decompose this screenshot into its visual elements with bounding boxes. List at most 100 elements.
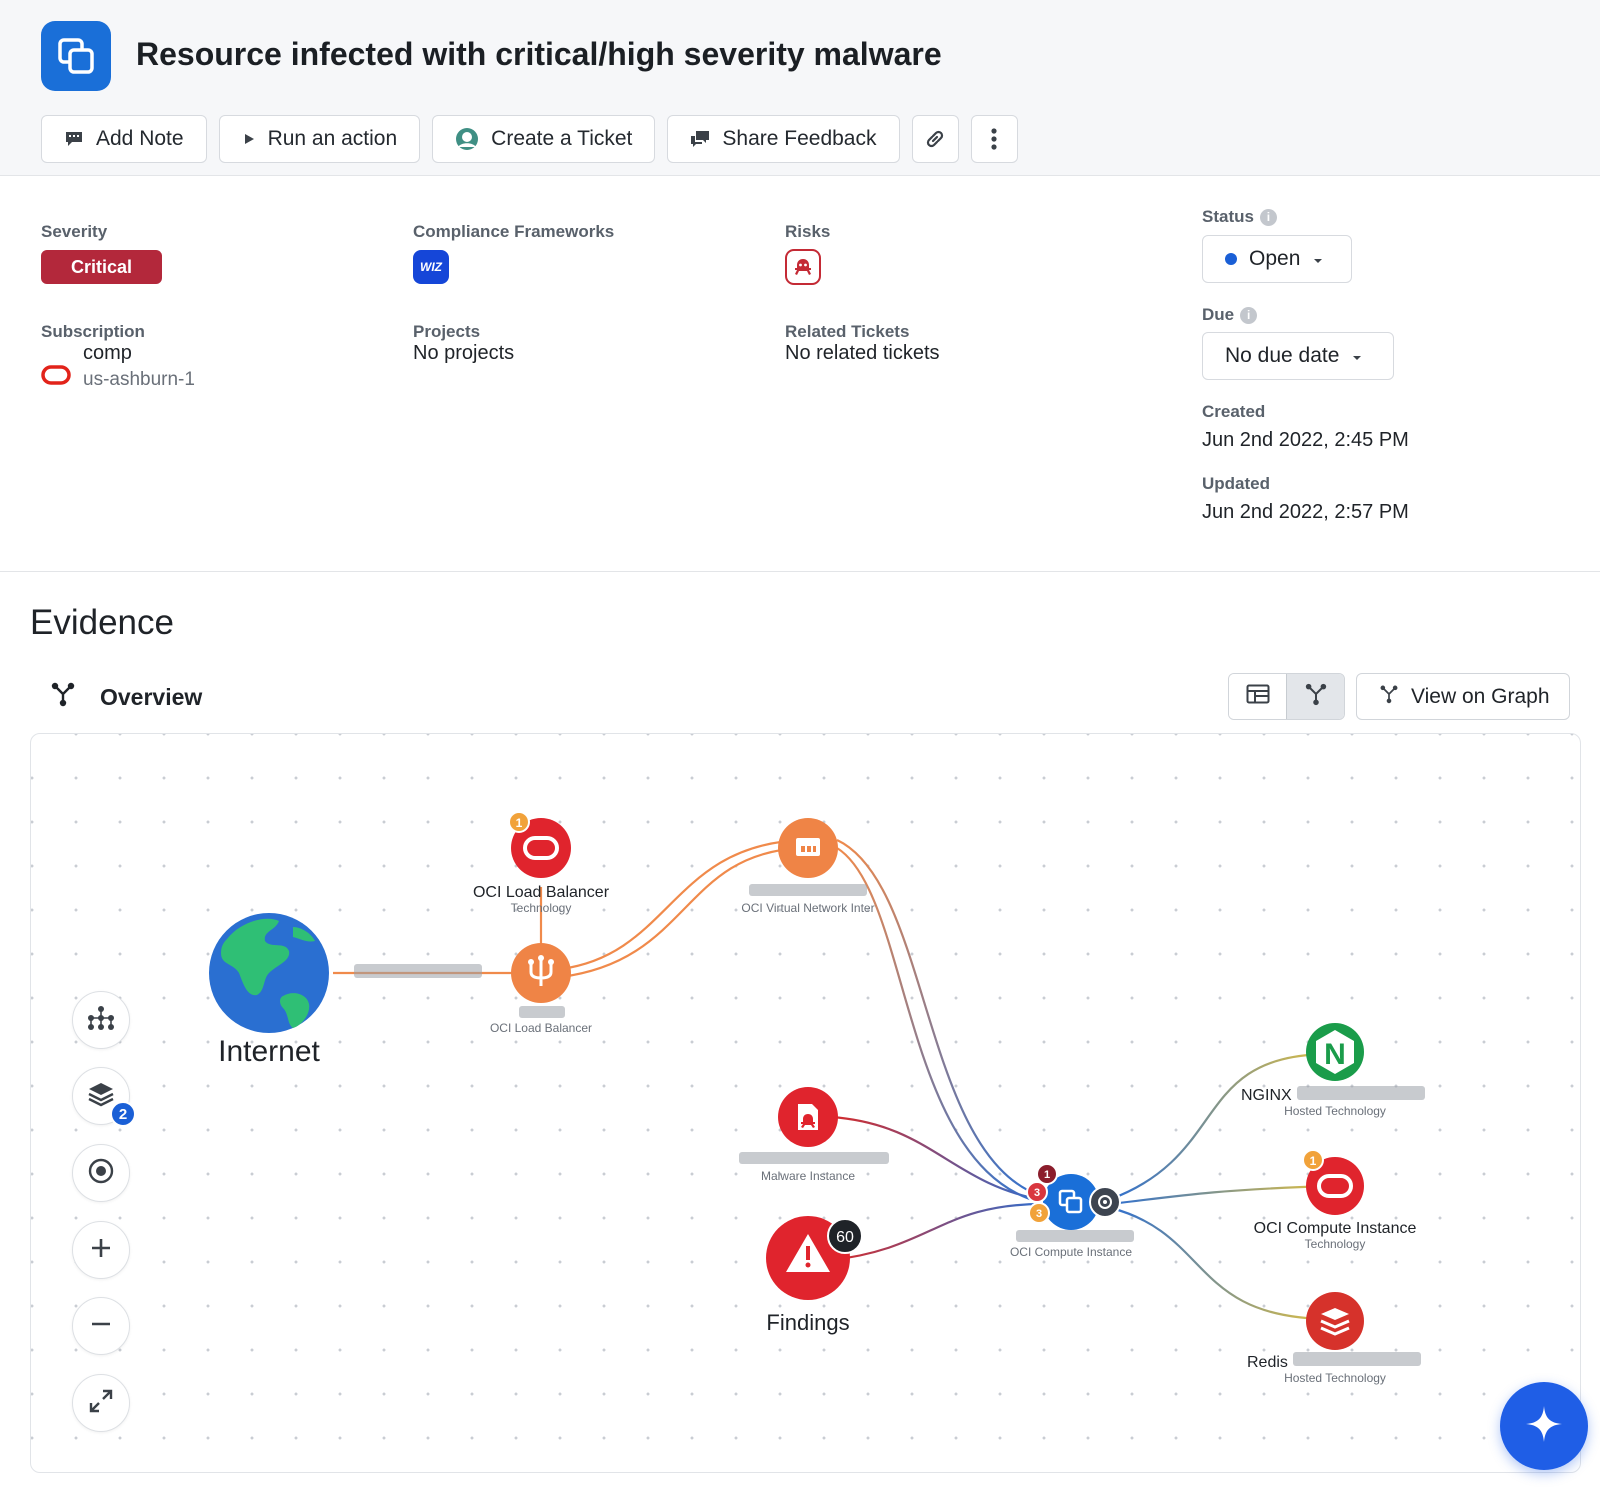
edge-compute-nginx xyxy=(1110,1052,1332,1201)
redacted-labels xyxy=(354,884,1425,1366)
updated-value: Jun 2nd 2022, 2:57 PM xyxy=(1202,501,1409,523)
status-dot xyxy=(1225,253,1237,265)
redis-label: Redis xyxy=(1247,1354,1288,1371)
graph-view-button[interactable] xyxy=(1286,674,1344,719)
create-ticket-label: Create a Ticket xyxy=(491,127,633,150)
graph-layout-button[interactable] xyxy=(72,991,130,1049)
compute-tech-label: OCI Compute Instance xyxy=(1254,1220,1417,1237)
ai-assistant-button[interactable] xyxy=(1500,1382,1588,1470)
sparkle-icon xyxy=(1524,1404,1564,1449)
table-view-button[interactable] xyxy=(1229,674,1286,719)
created-value: Jun 2nd 2022, 2:45 PM xyxy=(1202,429,1409,451)
status-label-text: Status xyxy=(1202,207,1254,226)
feedback-icon xyxy=(690,130,710,148)
subscription-name[interactable]: comp xyxy=(83,342,132,365)
info-icon[interactable]: i xyxy=(1240,307,1258,325)
action-toolbar: Add Note Run an action Create a Ticket S… xyxy=(41,115,1018,163)
wiz-framework-icon[interactable]: WIZ xyxy=(413,250,449,284)
projects-value: No projects xyxy=(413,342,515,364)
link-icon xyxy=(923,127,947,151)
view-on-graph-button[interactable]: View on Graph xyxy=(1356,673,1570,720)
status-dropdown[interactable]: Open xyxy=(1202,235,1352,283)
info-icon[interactable]: i xyxy=(1259,209,1277,227)
page-header: Resource infected with critical/high sev… xyxy=(0,0,1600,176)
internet-label: Internet xyxy=(218,1035,320,1068)
redacted-compute-name xyxy=(1016,1230,1134,1242)
minus-icon xyxy=(90,1313,112,1340)
status-label: Status i xyxy=(1202,207,1277,227)
due-value: No due date xyxy=(1225,344,1340,367)
overview-label: Overview xyxy=(100,683,203,710)
run-action-button[interactable]: Run an action xyxy=(218,115,421,163)
caret-down-icon xyxy=(1312,247,1324,271)
severity-label: Severity xyxy=(41,222,108,241)
edge-compute-tech xyxy=(1110,1184,1332,1206)
malware-node[interactable]: Malware Instance xyxy=(761,1087,855,1183)
create-ticket-button[interactable]: Create a Ticket xyxy=(432,115,656,163)
add-note-button[interactable]: Add Note xyxy=(41,115,207,163)
due-label: Due i xyxy=(1202,305,1258,325)
due-date-dropdown[interactable]: No due date xyxy=(1202,332,1394,380)
compute-badge-critical-count: 1 xyxy=(1044,1169,1050,1181)
lb-tech-label: OCI Load Balancer xyxy=(473,884,610,901)
nginx-node[interactable]: N NGINX Hosted Technology xyxy=(1241,1023,1386,1118)
nginx-label: NGINX xyxy=(1241,1087,1292,1104)
view-on-graph-label: View on Graph xyxy=(1411,684,1550,708)
more-options-button[interactable] xyxy=(970,115,1018,163)
expand-icon xyxy=(88,1388,114,1419)
copy-link-button[interactable] xyxy=(911,115,959,163)
lb-tech-badge-count: 1 xyxy=(516,816,523,830)
oracle-cloud-icon xyxy=(41,365,71,390)
share-feedback-button[interactable]: Share Feedback xyxy=(667,115,900,163)
add-note-label: Add Note xyxy=(96,127,184,150)
findings-label: Findings xyxy=(766,1310,849,1335)
nginx-glyph: N xyxy=(1324,1038,1346,1071)
findings-node[interactable]: 60 Findings xyxy=(766,1216,863,1335)
redacted-ip xyxy=(354,964,482,978)
evidence-graph: Internet 1 OCI Load Balancer Technology … xyxy=(209,811,1425,1385)
internet-node[interactable]: Internet xyxy=(209,913,329,1068)
malware-risk-icon[interactable] xyxy=(785,249,821,285)
focus-target-icon xyxy=(87,1157,115,1190)
updated-label: Updated xyxy=(1202,474,1270,493)
issue-details: Severity Critical Compliance Frameworks … xyxy=(0,176,1600,572)
issue-type-icon xyxy=(41,21,111,91)
findings-count: 60 xyxy=(836,1229,854,1246)
redacted-lb-name xyxy=(519,1006,565,1018)
created-label: Created xyxy=(1202,402,1266,421)
graph-icon xyxy=(50,681,76,713)
view-toggle xyxy=(1228,673,1345,720)
zoom-in-button[interactable] xyxy=(72,1221,130,1279)
redacted-malware-name xyxy=(739,1152,889,1164)
compute-technology-node[interactable]: 1 OCI Compute Instance Technology xyxy=(1254,1149,1417,1251)
redacted-vnic-name xyxy=(749,884,867,896)
redacted-redis-version xyxy=(1293,1352,1421,1366)
share-feedback-label: Share Feedback xyxy=(722,127,877,150)
status-value: Open xyxy=(1249,247,1301,270)
fit-to-screen-button[interactable] xyxy=(72,1374,130,1432)
caret-down-icon xyxy=(1351,344,1363,368)
zoom-out-button[interactable] xyxy=(72,1297,130,1355)
graph-icon xyxy=(1304,682,1328,711)
malware-sublabel: Malware Instance xyxy=(761,1169,855,1183)
compliance-label: Compliance Frameworks xyxy=(413,222,615,241)
vnic-sublabel: OCI Virtual Network Inter xyxy=(741,901,874,915)
comment-icon xyxy=(64,130,84,148)
compute-instance-node[interactable]: 1 3 3 OCI Compute Instance xyxy=(1010,1163,1132,1259)
redis-node[interactable]: Redis Hosted Technology xyxy=(1247,1292,1386,1385)
focus-button[interactable] xyxy=(72,1144,130,1202)
compute-tech-badge-count: 1 xyxy=(1310,1154,1317,1168)
lb-technology-node[interactable]: 1 OCI Load Balancer Technology xyxy=(473,811,610,915)
kebab-menu-icon xyxy=(991,127,997,151)
lb-sublabel: OCI Load Balancer xyxy=(490,1021,592,1035)
ticket-integration-icon xyxy=(455,127,479,151)
compute-tech-sublabel: Technology xyxy=(1305,1237,1366,1251)
evidence-heading: Evidence xyxy=(30,603,174,642)
risks-label: Risks xyxy=(785,222,831,241)
hierarchy-icon xyxy=(87,1005,115,1036)
lb-node[interactable]: OCI Load Balancer xyxy=(490,943,592,1035)
redacted-nginx-version xyxy=(1297,1086,1425,1100)
compute-sublabel: OCI Compute Instance xyxy=(1010,1245,1132,1259)
related-tickets-value: No related tickets xyxy=(785,342,940,364)
evidence-graph-canvas[interactable]: Internet 1 OCI Load Balancer Technology … xyxy=(30,733,1581,1473)
